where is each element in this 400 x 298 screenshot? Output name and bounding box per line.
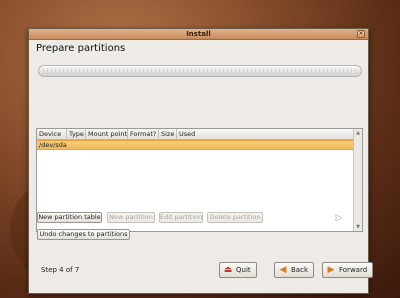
column-header-used[interactable]: Used — [177, 129, 354, 139]
new-partition-table-button[interactable]: New partition table — [37, 212, 102, 223]
cell-used — [177, 141, 354, 149]
column-header-type[interactable]: Type — [67, 129, 86, 139]
disk-bar-texture — [43, 68, 357, 74]
delete-partition-button[interactable]: Delete partition — [207, 212, 263, 223]
title-bar[interactable]: Install ✕ — [29, 29, 368, 40]
installer-window: Install ✕ Prepare partitions Device Type… — [28, 28, 374, 294]
column-header-size[interactable]: Size — [159, 129, 177, 139]
new-partition-button[interactable]: New partition — [107, 212, 155, 223]
quit-label: Quit — [236, 266, 251, 274]
back-button[interactable]: ◀ Back — [274, 262, 314, 278]
back-label: Back — [291, 266, 308, 274]
scroll-up-icon[interactable]: ▲ — [354, 129, 362, 137]
cell-mount-point — [86, 141, 128, 149]
scroll-down-icon[interactable]: ▼ — [354, 223, 362, 231]
forward-label: Forward — [339, 266, 368, 274]
mouse-pointer-icon: ➤ — [334, 213, 343, 224]
forward-arrow-icon: ▶ — [327, 265, 335, 275]
disk-usage-bar — [38, 65, 362, 77]
column-header-device[interactable]: Device — [37, 129, 67, 139]
step-indicator: Step 4 of 7 — [41, 266, 80, 274]
cell-format — [128, 141, 159, 149]
vertical-scrollbar[interactable]: ▲ ▼ — [353, 129, 362, 231]
table-header: Device Type Mount point Format? Size Use… — [37, 129, 354, 140]
table-row[interactable]: /dev/sda — [37, 140, 354, 150]
quit-icon: ⏏ — [223, 265, 233, 275]
back-arrow-icon: ◀ — [279, 265, 287, 275]
column-header-mount-point[interactable]: Mount point — [86, 129, 128, 139]
close-icon[interactable]: ✕ — [357, 30, 365, 38]
quit-button[interactable]: ⏏ Quit — [219, 262, 257, 278]
cell-device: /dev/sda — [39, 141, 67, 149]
column-header-format[interactable]: Format? — [128, 129, 159, 139]
undo-changes-button[interactable]: Undo changes to partitions — [37, 229, 130, 240]
cell-size — [159, 141, 177, 149]
edit-partition-button[interactable]: Edit partition — [159, 212, 203, 223]
forward-button[interactable]: ▶ Forward — [322, 262, 374, 278]
window-title: Install — [186, 30, 211, 38]
page-title: Prepare partitions — [36, 43, 126, 54]
cell-type — [67, 141, 86, 149]
